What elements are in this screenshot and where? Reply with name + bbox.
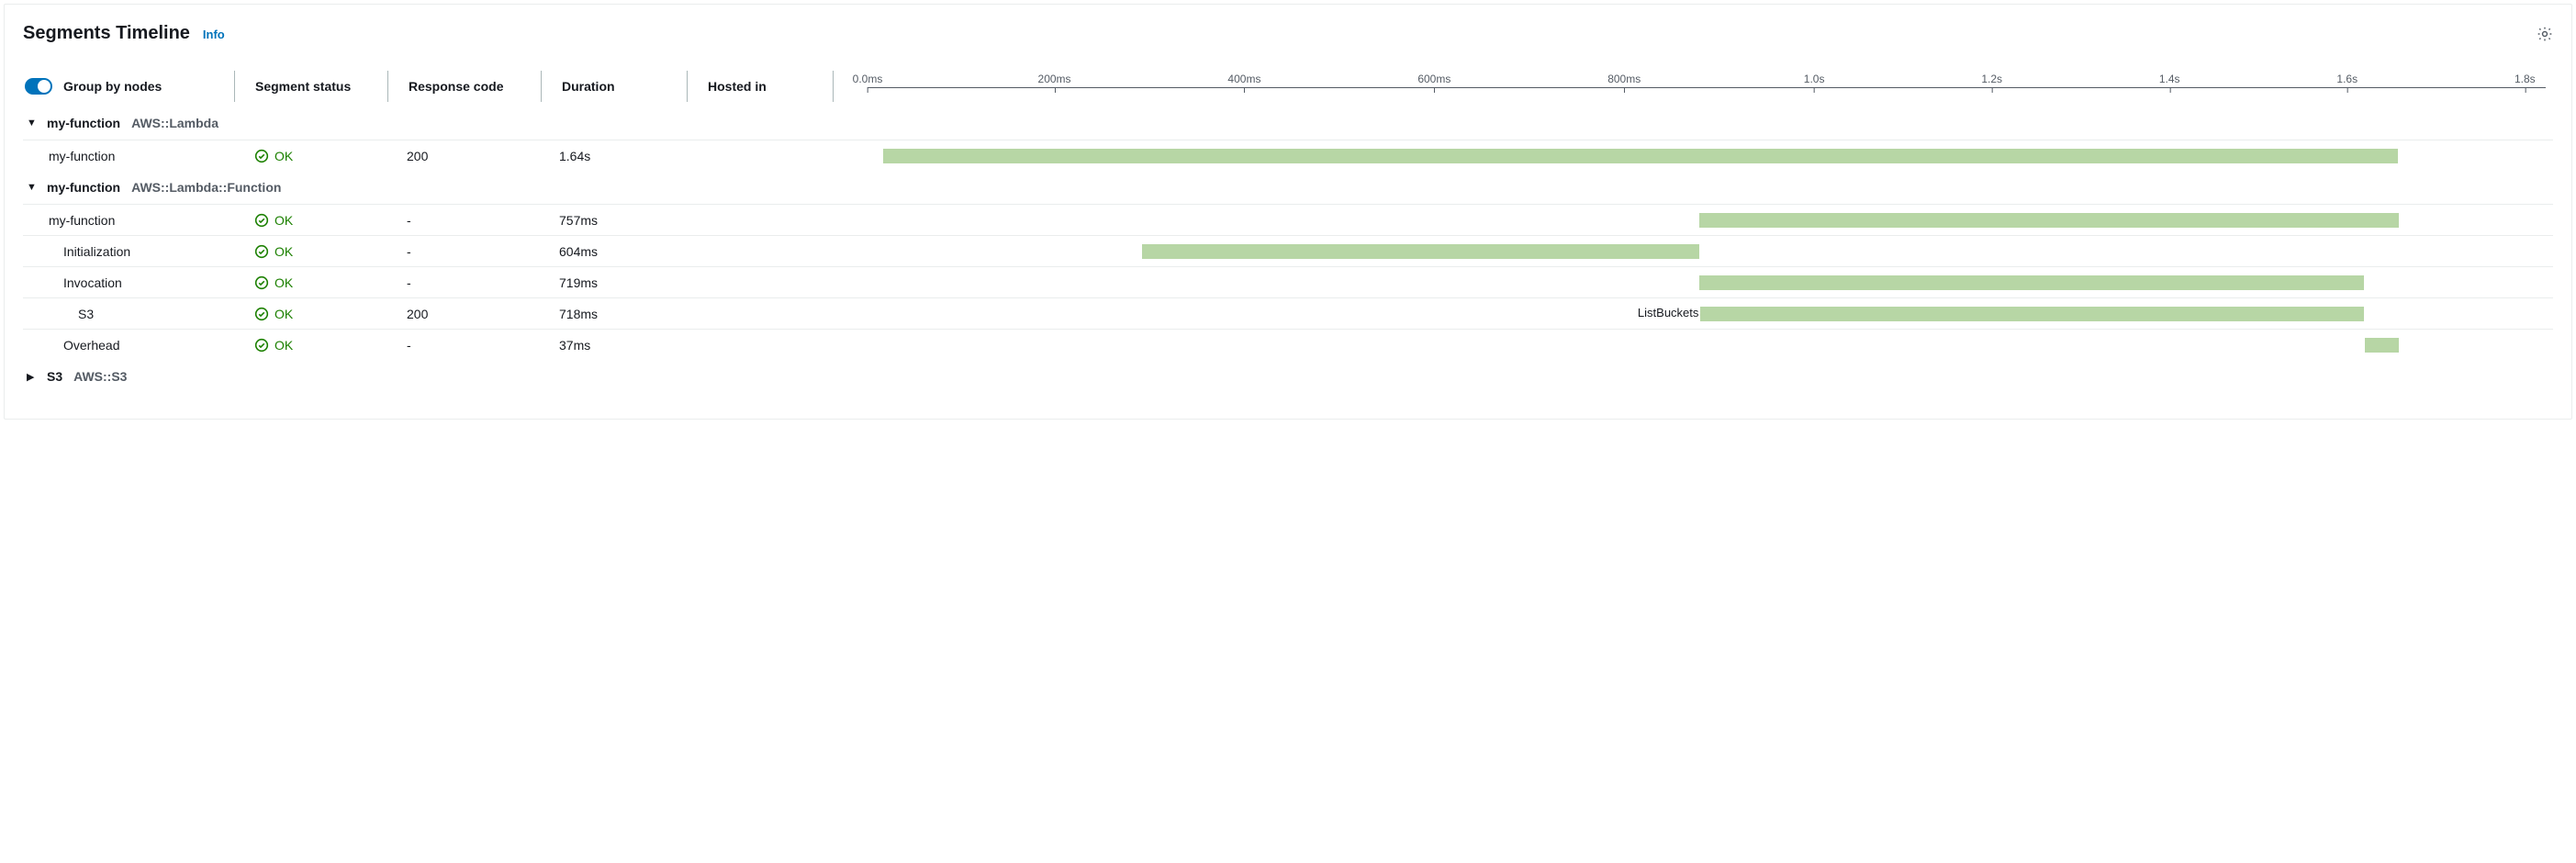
segment-row[interactable]: Invocation OK -719ms [23,266,2553,297]
status-text: OK [274,338,293,353]
segment-response: 200 [407,149,559,163]
segment-duration: 757ms [559,213,704,228]
segment-status: OK [254,307,407,321]
segment-bar-cell [849,213,2553,228]
segment-status: OK [254,338,407,353]
group-by-nodes-toggle[interactable] [25,78,52,95]
segment-response: - [407,338,559,353]
ok-icon [254,307,269,321]
segment-name: my-function [23,149,254,163]
caret-down-icon: ▼ [27,182,36,193]
segment-bar [1699,213,2399,228]
segment-row[interactable]: my-function OK -757ms [23,204,2553,235]
segment-status: OK [254,149,407,163]
ok-icon [254,244,269,259]
panel-title-group: Segments Timeline Info [23,23,225,44]
group-by-nodes-label: Group by nodes [63,79,162,94]
col-header-hosted: Hosted in [688,79,833,94]
segment-duration: 719ms [559,275,704,290]
segments-timeline-panel: Segments Timeline Info Group by nodes Se… [4,4,2572,420]
ruler-tick: 400ms [1227,73,1260,85]
group-name: my-function [47,180,120,195]
col-header-duration: Duration [542,79,687,94]
status-text: OK [274,244,293,259]
segment-bar [2365,338,2399,353]
status-text: OK [274,213,293,228]
ruler-tick: 0.0ms [853,73,883,85]
segment-status: OK [254,275,407,290]
segment-bar-cell [849,275,2553,290]
col-header-status: Segment status [235,79,387,94]
info-link[interactable]: Info [203,28,225,41]
group-name: S3 [47,369,62,384]
segment-bar-label: ListBuckets [1638,306,1698,319]
ruler-tick: 1.8s [2514,73,2536,85]
segment-row[interactable]: my-function OK 2001.64s [23,140,2553,171]
ruler-tick: 800ms [1607,73,1641,85]
ruler-tick: 1.2s [1981,73,2002,85]
time-ruler: 0.0ms 200ms 400ms 600ms 800ms 1.0s 1.2s 1.4s 1.6… [834,73,2553,100]
caret-down-icon: ▼ [27,118,36,129]
segment-status: OK [254,213,407,228]
segment-bar [1142,244,1700,259]
caret-right-icon: ▶ [27,371,36,383]
segment-duration: 718ms [559,307,704,321]
ok-icon [254,338,269,353]
segment-name: Overhead [23,338,254,353]
segment-response: - [407,213,559,228]
segment-name: Initialization [23,244,254,259]
segment-name: Invocation [23,275,254,290]
panel-header: Segments Timeline Info [23,23,2553,44]
group-by-nodes-control: Group by nodes [23,78,234,95]
ruler-tick: 200ms [1038,73,1071,85]
gear-icon[interactable] [2537,26,2553,42]
segment-bar [883,149,2398,163]
group-type: AWS::S3 [73,369,127,384]
ruler-tick: 600ms [1417,73,1450,85]
segment-row[interactable]: Overhead OK -37ms [23,329,2553,360]
group-row[interactable]: ▼ my-function AWS::Lambda::Function [23,171,2553,204]
group-row[interactable]: ▼ my-function AWS::Lambda [23,106,2553,140]
group-row[interactable]: ▶ S3 AWS::S3 [23,360,2553,393]
status-text: OK [274,149,293,163]
segment-response: 200 [407,307,559,321]
ok-icon [254,149,269,163]
segment-response: - [407,275,559,290]
ruler-tick: 1.6s [2336,73,2358,85]
segment-bar-cell [849,244,2553,259]
status-text: OK [274,275,293,290]
group-type: AWS::Lambda [131,116,218,130]
segment-row[interactable]: Initialization OK -604ms [23,235,2553,266]
ok-icon [254,275,269,290]
group-type: AWS::Lambda::Function [131,180,281,195]
segment-bar-cell [849,338,2553,353]
ok-icon [254,213,269,228]
segment-duration: 1.64s [559,149,704,163]
segment-row[interactable]: S3 OK 200718ms ListBuckets [23,297,2553,329]
segment-bar: ListBuckets [1700,307,2363,321]
segment-status: OK [254,244,407,259]
col-header-response: Response code [388,79,541,94]
group-name: my-function [47,116,120,130]
segment-duration: 604ms [559,244,704,259]
segment-bar-cell: ListBuckets [849,307,2553,321]
timeline-body: ▼my-functionAWS::Lambdamy-functionOK2001… [23,106,2553,393]
panel-title: Segments Timeline [23,23,190,44]
segment-name: S3 [23,307,254,321]
segment-response: - [407,244,559,259]
status-text: OK [274,307,293,321]
columns-header-row: Group by nodes Segment status Response c… [23,66,2553,106]
segment-name: my-function [23,213,254,228]
segment-bar-cell [849,149,2553,163]
ruler-tick: 1.4s [2159,73,2180,85]
segment-bar [1699,275,2363,290]
ruler-tick: 1.0s [1804,73,1825,85]
segment-duration: 37ms [559,338,704,353]
